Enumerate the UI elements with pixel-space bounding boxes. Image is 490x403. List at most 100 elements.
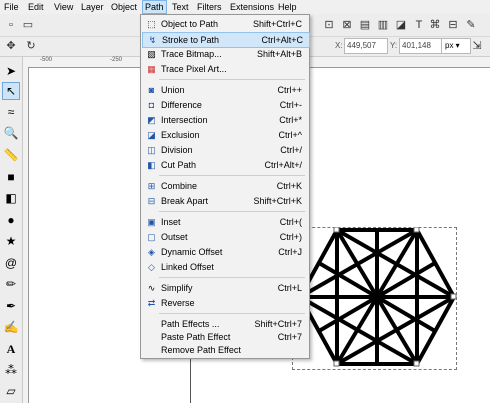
tweak-tool-icon[interactable]: ≈ xyxy=(3,104,19,120)
fill-stroke-icon[interactable]: ◪ xyxy=(394,18,408,32)
division-icon: ◫ xyxy=(147,145,156,155)
menu-item-label: Break Apart xyxy=(161,196,209,206)
group-icon[interactable]: ▤ xyxy=(358,18,372,32)
menu-item-shortcut: Ctrl+K xyxy=(276,181,302,191)
menu-item-label: Trace Bitmap... xyxy=(161,49,222,59)
rectangle-tool-icon[interactable]: ■ xyxy=(3,169,19,185)
menu-item-inset[interactable]: ▣ Inset Ctrl+( xyxy=(142,215,308,229)
measure-tool-icon[interactable]: 📏 xyxy=(3,147,19,163)
x-coordinate-input[interactable]: 449,507 xyxy=(344,38,388,54)
ruler-tick-label: -250 xyxy=(110,57,123,63)
unit-select[interactable]: px ▾ xyxy=(441,38,471,54)
spiral-tool-icon[interactable]: @ xyxy=(3,255,19,271)
menu-view[interactable]: View xyxy=(52,1,75,13)
dynamic-offset-icon: ◈ xyxy=(148,247,155,257)
menu-item-label: Difference xyxy=(161,100,202,110)
menu-separator xyxy=(159,175,305,176)
menu-filters[interactable]: Filters xyxy=(195,1,224,13)
menu-item-object-to-path[interactable]: ⬚ Object to Path Shift+Ctrl+C xyxy=(142,17,308,31)
menu-item-shortcut: Ctrl+^ xyxy=(278,130,302,140)
menu-text[interactable]: Text xyxy=(170,1,191,13)
menu-item-combine[interactable]: ⊞ Combine Ctrl+K xyxy=(142,179,308,193)
3d-box-tool-icon[interactable]: ◧ xyxy=(3,190,19,206)
trace-pixel-art-icon: ▦ xyxy=(147,64,156,74)
menu-extensions[interactable]: Extensions xyxy=(228,1,276,13)
menu-item-label: Intersection xyxy=(161,115,208,125)
preferences-icon[interactable]: ✎ xyxy=(464,18,478,32)
menu-item-exclusion[interactable]: ◪ Exclusion Ctrl+^ xyxy=(142,128,308,142)
menu-item-label: Linked Offset xyxy=(161,262,214,272)
menu-item-trace-pixel-art[interactable]: ▦ Trace Pixel Art... xyxy=(142,62,308,76)
hexagon-star-drawing[interactable] xyxy=(297,227,457,367)
menu-item-shortcut: Ctrl+Alt+/ xyxy=(264,160,302,170)
align-icon[interactable]: ⊟ xyxy=(446,18,460,32)
x-label: X: xyxy=(335,41,343,50)
menu-item-shortcut: Shift+Ctrl+C xyxy=(252,19,302,29)
menu-file[interactable]: File xyxy=(2,1,21,13)
menu-item-label: Object to Path xyxy=(161,19,219,29)
menu-item-stroke-to-path[interactable]: ↯ Stroke to Path Ctrl+Alt+C xyxy=(142,32,310,48)
menu-separator xyxy=(159,79,305,80)
menu-item-paste-path-effect[interactable]: Paste Path Effect Ctrl+7 xyxy=(142,330,308,344)
vertical-ruler xyxy=(22,67,29,403)
zoom-selection-icon[interactable]: ⊡ xyxy=(322,18,336,32)
break-apart-icon: ⊟ xyxy=(147,196,156,206)
menu-item-linked-offset[interactable]: ◇ Linked Offset xyxy=(142,260,308,274)
open-icon[interactable]: ▭ xyxy=(21,18,35,32)
y-coordinate-input[interactable]: 401,148 xyxy=(399,38,443,54)
difference-icon: ◘ xyxy=(148,100,155,110)
menu-item-label: Trace Pixel Art... xyxy=(161,64,227,74)
rotate-icon[interactable]: ↻ xyxy=(24,39,38,53)
menu-item-remove-path-effect[interactable]: Remove Path Effect xyxy=(142,343,308,357)
pencil-tool-icon[interactable]: ✏ xyxy=(3,276,19,292)
menu-path[interactable]: Path xyxy=(142,0,167,14)
text-font-icon[interactable]: T xyxy=(412,18,426,32)
pen-tool-icon[interactable]: ✒ xyxy=(3,298,19,314)
menu-item-union[interactable]: ◙ Union Ctrl++ xyxy=(142,83,308,97)
spray-tool-icon[interactable]: ⁂ xyxy=(3,362,19,378)
menu-layer[interactable]: Layer xyxy=(79,1,106,13)
scale-stroke-icon[interactable]: ⇲ xyxy=(470,39,484,53)
zoom-tool-icon[interactable]: 🔍 xyxy=(3,125,19,141)
menu-item-path-effects[interactable]: Path Effects ... Shift+Ctrl+7 xyxy=(142,317,308,331)
menu-item-intersection[interactable]: ◩ Intersection Ctrl+* xyxy=(142,113,308,127)
node-tool-icon[interactable]: ↖ xyxy=(2,82,20,100)
linked-offset-icon: ◇ xyxy=(148,262,155,272)
close-icon[interactable]: ⊠ xyxy=(340,18,354,32)
menu-item-shortcut: Ctrl+) xyxy=(279,232,302,242)
new-document-icon[interactable]: ▫ xyxy=(4,18,18,32)
star-tool-icon[interactable]: ★ xyxy=(3,233,19,249)
simplify-icon: ∿ xyxy=(147,283,156,293)
menu-item-simplify[interactable]: ∿ Simplify Ctrl+L xyxy=(142,281,308,295)
menu-item-outset[interactable]: ▢ Outset Ctrl+) xyxy=(142,230,308,244)
menu-item-difference[interactable]: ◘ Difference Ctrl+- xyxy=(142,98,308,112)
text-tool-icon[interactable]: A xyxy=(3,341,19,357)
menu-object[interactable]: Object xyxy=(109,1,139,13)
ungroup-icon[interactable]: ▥ xyxy=(376,18,390,32)
menu-item-shortcut: Ctrl+* xyxy=(279,115,302,125)
menu-item-shortcut: Ctrl+J xyxy=(278,247,302,257)
ellipse-tool-icon[interactable]: ● xyxy=(3,212,19,228)
select-all-icon[interactable]: ✥ xyxy=(4,39,18,53)
menu-help[interactable]: Help xyxy=(276,1,299,13)
eraser-tool-icon[interactable]: ▱ xyxy=(3,383,19,399)
unit-value: px xyxy=(445,41,454,50)
menu-item-reverse[interactable]: ⇄ Reverse xyxy=(142,296,308,310)
menu-edit[interactable]: Edit xyxy=(26,1,46,13)
menu-item-label: Reverse xyxy=(161,298,195,308)
menu-item-trace-bitmap[interactable]: ▧ Trace Bitmap... Shift+Alt+B xyxy=(142,47,308,61)
menu-item-division[interactable]: ◫ Division Ctrl+/ xyxy=(142,143,308,157)
menu-item-label: Remove Path Effect xyxy=(161,345,241,355)
menu-item-shortcut: Ctrl+7 xyxy=(277,332,302,342)
selector-tool-icon[interactable]: ➤ xyxy=(3,63,19,79)
menu-item-label: Exclusion xyxy=(161,130,200,140)
xml-editor-icon[interactable]: ⌘ xyxy=(428,18,442,32)
ruler-tick-label: -500 xyxy=(40,57,53,63)
menu-item-break-apart[interactable]: ⊟ Break Apart Shift+Ctrl+K xyxy=(142,194,308,208)
stroke-to-path-icon: ↯ xyxy=(148,35,157,45)
menu-item-cut-path[interactable]: ◧ Cut Path Ctrl+Alt+/ xyxy=(142,158,308,172)
calligraphy-tool-icon[interactable]: ✍ xyxy=(3,319,19,335)
menu-item-shortcut: Shift+Ctrl+7 xyxy=(254,319,302,329)
menu-item-dynamic-offset[interactable]: ◈ Dynamic Offset Ctrl+J xyxy=(142,245,308,259)
menu-separator xyxy=(159,277,305,278)
